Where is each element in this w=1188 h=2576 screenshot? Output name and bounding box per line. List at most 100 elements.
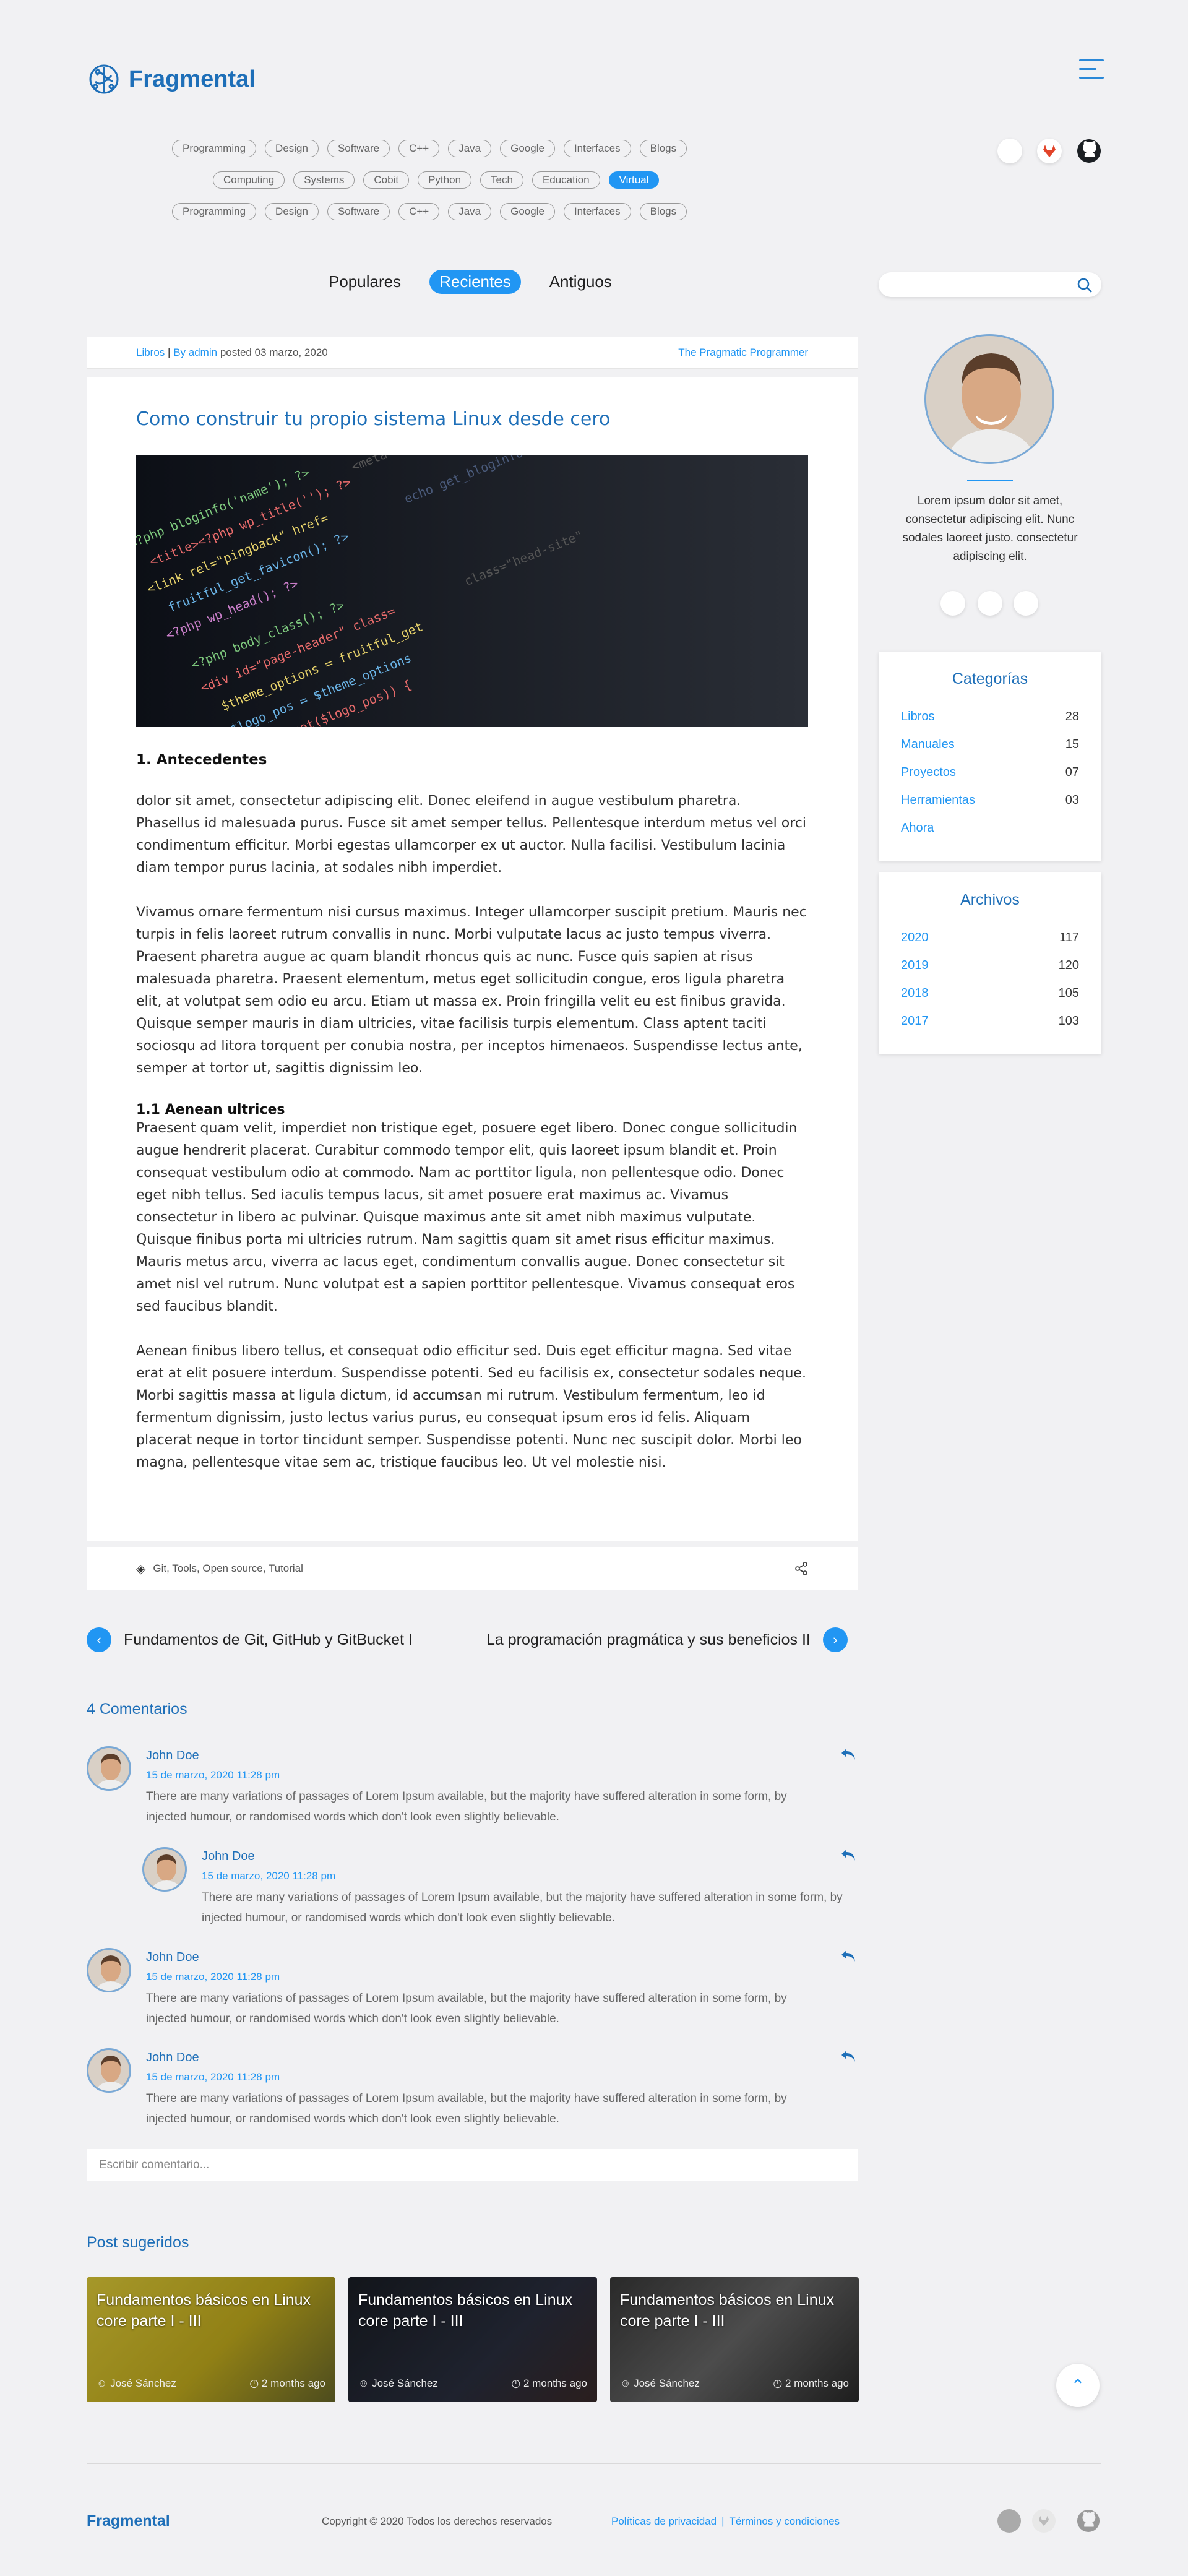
- tag-chip[interactable]: Design: [265, 203, 319, 220]
- social-circle-1[interactable]: [997, 139, 1022, 163]
- post-tags[interactable]: Git, Tools, Open source, Tutorial: [153, 1562, 303, 1575]
- sidebar-item[interactable]: 2018 105: [901, 980, 1079, 1007]
- suggested-post-title[interactable]: Fundamentos básicos en Linux core parte …: [358, 2290, 587, 2332]
- tag-chip[interactable]: Computing: [213, 171, 285, 189]
- sidebar-item-label[interactable]: Herramientas: [901, 786, 975, 814]
- tag-chip[interactable]: Programming: [172, 203, 257, 220]
- comment-author[interactable]: John Doe: [146, 1749, 829, 1763]
- sidebar-item[interactable]: 2019 120: [901, 952, 1079, 980]
- social-circle-2[interactable]: [940, 591, 965, 616]
- reply-icon[interactable]: [840, 1848, 856, 1866]
- search-icon[interactable]: [1077, 277, 1093, 293]
- footer-brand[interactable]: Fragmental: [87, 2512, 170, 2530]
- chevron-right-icon[interactable]: ›: [822, 1627, 848, 1652]
- footer-github-icon[interactable]: [1077, 2509, 1100, 2535]
- comment-author[interactable]: John Doe: [146, 1950, 829, 1965]
- sidebar-item-label[interactable]: Manuales: [901, 731, 955, 759]
- tag-chip[interactable]: Software: [327, 203, 390, 220]
- tag-chip[interactable]: Java: [448, 203, 492, 220]
- prev-post-link[interactable]: ‹ Fundamentos de Git, GitHub y GitBucket…: [87, 1627, 413, 1652]
- tab-recientes[interactable]: Recientes: [429, 270, 521, 294]
- share-icon[interactable]: [794, 1562, 808, 1575]
- sidebar-item[interactable]: 2017 103: [901, 1007, 1079, 1035]
- tag-chip[interactable]: Design: [265, 140, 319, 157]
- archives-title: Archivos: [960, 891, 1020, 908]
- tag-chip[interactable]: C++: [398, 203, 440, 220]
- sidebar-item-label[interactable]: Libros: [901, 703, 934, 731]
- tag-chip[interactable]: Cobit: [363, 171, 410, 189]
- sidebar-item[interactable]: Proyectos 07: [901, 759, 1079, 786]
- sidebar-item-label[interactable]: 2018: [901, 980, 929, 1007]
- tag-chip[interactable]: Interfaces: [563, 140, 631, 157]
- terms-link[interactable]: Términos y condiciones: [730, 2515, 840, 2528]
- footer-gitlab-icon[interactable]: [1032, 2509, 1056, 2533]
- comment-author[interactable]: John Doe: [202, 1850, 851, 1864]
- tag-chip[interactable]: Interfaces: [563, 203, 631, 220]
- comment: John Doe 15 de marzo, 2020 11:28 pm There …: [87, 1746, 829, 1827]
- github-icon[interactable]: [1077, 139, 1101, 166]
- sidebar-item[interactable]: Ahora: [901, 814, 1079, 842]
- scroll-top-button[interactable]: ⌃: [1056, 2364, 1100, 2407]
- tag-chip[interactable]: Java: [448, 140, 492, 157]
- comment-input[interactable]: Escribir comentario...: [87, 2149, 858, 2181]
- post-author-link[interactable]: admin: [189, 347, 217, 358]
- suggested-post-card[interactable]: Fundamentos básicos en Linux core parte …: [87, 2277, 335, 2402]
- sidebar-item-label[interactable]: 2020: [901, 924, 929, 952]
- sidebar-item[interactable]: 2020 117: [901, 924, 1079, 952]
- next-post-title[interactable]: La programación pragmática y sus benefic…: [486, 1631, 811, 1649]
- search-input[interactable]: [879, 272, 1101, 297]
- sidebar-item-label[interactable]: 2017: [901, 1007, 929, 1035]
- tag-row: Computing Systems Cobit Python Tech Education…: [213, 171, 660, 189]
- tag-chip[interactable]: C++: [398, 140, 440, 157]
- tag-chip[interactable]: Blogs: [639, 203, 687, 220]
- tag-chip[interactable]: Software: [327, 140, 390, 157]
- suggested-post-card[interactable]: Fundamentos básicos en Linux core parte …: [348, 2277, 597, 2402]
- tag-chip[interactable]: Virtual: [608, 171, 660, 189]
- chevron-left-icon[interactable]: ‹: [87, 1627, 111, 1652]
- social-circle-4[interactable]: [1014, 591, 1038, 616]
- gitlab-icon[interactable]: [1037, 139, 1062, 163]
- tab-antiguos[interactable]: Antiguos: [540, 270, 622, 294]
- reply-icon[interactable]: [840, 1949, 856, 1966]
- tag-chip[interactable]: Programming: [172, 140, 257, 157]
- tag-chip[interactable]: Education: [532, 171, 600, 189]
- sidebar-item[interactable]: Herramientas 03: [901, 786, 1079, 814]
- post-category-link[interactable]: Libros: [136, 347, 165, 358]
- suggested-post-title[interactable]: Fundamentos básicos en Linux core parte …: [97, 2290, 325, 2332]
- tag-chip[interactable]: Tech: [480, 171, 523, 189]
- tab-populares[interactable]: Populares: [319, 270, 411, 294]
- brand-logo[interactable]: Fragmental: [87, 62, 256, 97]
- sidebar-item-label[interactable]: Ahora: [901, 814, 934, 842]
- suggested-post-author: ☺ José Sánchez: [358, 2377, 438, 2390]
- post-title: Como construir tu propio sistema Linux d…: [136, 408, 611, 430]
- comment-date: 15 de marzo, 2020 11:28 pm: [146, 1971, 280, 1983]
- tag-chip[interactable]: Blogs: [639, 140, 687, 157]
- avatar: [142, 1847, 187, 1892]
- next-post-link[interactable]: La programación pragmática y sus benefic…: [486, 1627, 848, 1652]
- post-source-link[interactable]: The Pragmatic Programmer: [678, 347, 808, 359]
- suggested-title: Post sugeridos: [87, 2234, 189, 2251]
- sidebar-item[interactable]: Libros 28: [901, 703, 1079, 731]
- footer-social-icon[interactable]: [997, 2509, 1021, 2533]
- comment-author[interactable]: John Doe: [146, 2051, 829, 2065]
- social-circle-3[interactable]: [978, 591, 1002, 616]
- suggested-post-card[interactable]: Fundamentos básicos en Linux core parte …: [610, 2277, 859, 2402]
- user-icon: ☺: [358, 2377, 372, 2389]
- subsection-heading: 1.1 Aenean ultrices: [136, 1102, 285, 1118]
- tag-chip[interactable]: Systems: [293, 171, 355, 189]
- suggested-post-author: ☺ José Sánchez: [620, 2377, 700, 2390]
- sidebar-item-label[interactable]: Proyectos: [901, 759, 956, 786]
- reply-icon[interactable]: [840, 2049, 856, 2067]
- tag-chip[interactable]: Google: [500, 203, 555, 220]
- privacy-link[interactable]: Políticas de privacidad: [611, 2515, 717, 2528]
- tag-chip[interactable]: Google: [500, 140, 555, 157]
- suggested-post-title[interactable]: Fundamentos básicos en Linux core parte …: [620, 2290, 849, 2332]
- reply-icon[interactable]: [840, 1747, 856, 1765]
- sidebar-item-label[interactable]: 2019: [901, 952, 929, 980]
- comment-text: There are many variations of passages of…: [146, 1992, 787, 2025]
- tag-chip[interactable]: Python: [418, 171, 472, 189]
- sidebar-item-count: 103: [1058, 1014, 1079, 1028]
- hamburger-menu-icon[interactable]: [1079, 59, 1104, 82]
- sidebar-item[interactable]: Manuales 15: [901, 731, 1079, 759]
- prev-post-title[interactable]: Fundamentos de Git, GitHub y GitBucket I: [124, 1631, 413, 1649]
